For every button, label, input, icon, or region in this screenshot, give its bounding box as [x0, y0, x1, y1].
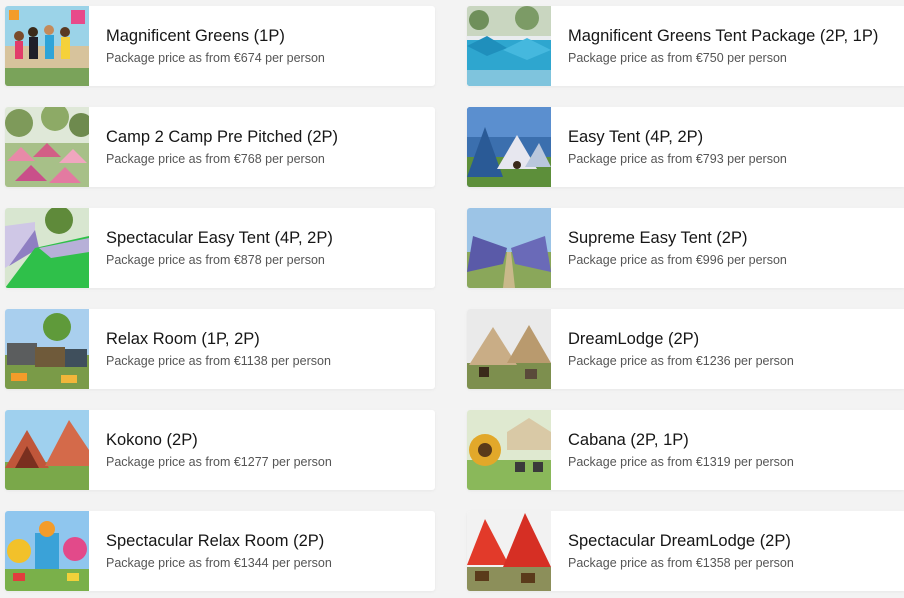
package-title: Supreme Easy Tent (2P) [568, 229, 748, 247]
package-price: Package price as from €674 per person [106, 51, 325, 65]
package-title: Magnificent Greens Tent Package (2P, 1P) [568, 27, 879, 45]
package-title: Camp 2 Camp Pre Pitched (2P) [106, 128, 339, 146]
package-price: Package price as from €793 per person [568, 152, 787, 166]
package-title: Easy Tent (4P, 2P) [568, 128, 704, 146]
package-title: Cabana (2P, 1P) [568, 431, 689, 449]
package-price: Package price as from €878 per person [106, 253, 325, 267]
colorful-decor-photo-icon [5, 511, 89, 591]
package-card-dreamlodge[interactable]: DreamLodge (2P) Package price as from €1… [467, 309, 904, 389]
pink-tents-photo-icon [5, 107, 89, 187]
package-title: Magnificent Greens (1P) [106, 27, 285, 45]
package-price: Package price as from €1138 per person [106, 354, 331, 368]
dreamlodge-photo-icon [467, 309, 551, 389]
package-title: Spectacular Easy Tent (4P, 2P) [106, 229, 333, 247]
blue-tents-photo-icon [467, 6, 551, 86]
package-price: Package price as from €1358 per person [568, 556, 794, 570]
kokono-tent-photo-icon [5, 410, 89, 490]
tent-row-photo-icon [467, 208, 551, 288]
package-price: Package price as from €768 per person [106, 152, 325, 166]
package-price: Package price as from €1277 per person [106, 455, 332, 469]
package-card-cabana[interactable]: Cabana (2P, 1P) Package price as from €1… [467, 410, 904, 490]
package-card-kokono[interactable]: Kokono (2P) Package price as from €1277 … [5, 410, 435, 490]
package-title: DreamLodge (2P) [568, 330, 700, 348]
cabana-photo-icon [467, 410, 551, 490]
package-card-magnificent-greens-tent[interactable]: Magnificent Greens Tent Package (2P, 1P)… [467, 6, 904, 86]
package-price: Package price as from €1319 per person [568, 455, 794, 469]
festival-crowd-photo-icon [5, 6, 89, 86]
package-card-spectacular-relax-room[interactable]: Spectacular Relax Room (2P) Package pric… [5, 511, 435, 591]
package-card-magnificent-greens[interactable]: Magnificent Greens (1P) Package price as… [5, 6, 435, 86]
package-card-relax-room[interactable]: Relax Room (1P, 2P) Package price as fro… [5, 309, 435, 389]
package-price: Package price as from €750 per person [568, 51, 787, 65]
easy-tent-photo-icon [467, 107, 551, 187]
package-price: Package price as from €996 per person [568, 253, 787, 267]
package-card-camp-2-camp[interactable]: Camp 2 Camp Pre Pitched (2P) Package pri… [5, 107, 435, 187]
package-title: Spectacular Relax Room (2P) [106, 532, 325, 550]
package-card-easy-tent[interactable]: Easy Tent (4P, 2P) Package price as from… [467, 107, 904, 187]
green-carpet-tents-photo-icon [5, 208, 89, 288]
red-lodge-photo-icon [467, 511, 551, 591]
package-card-supreme-easy-tent[interactable]: Supreme Easy Tent (2P) Package price as … [467, 208, 904, 288]
package-price: Package price as from €1344 per person [106, 556, 332, 570]
package-card-spectacular-dreamlodge[interactable]: Spectacular DreamLodge (2P) Package pric… [467, 511, 904, 591]
package-grid: Magnificent Greens (1P) Package price as… [0, 0, 904, 598]
package-title: Spectacular DreamLodge (2P) [568, 532, 791, 550]
package-title: Relax Room (1P, 2P) [106, 330, 260, 348]
package-card-spectacular-easy-tent[interactable]: Spectacular Easy Tent (4P, 2P) Package p… [5, 208, 435, 288]
package-price: Package price as from €1236 per person [568, 354, 794, 368]
package-title: Kokono (2P) [106, 431, 198, 449]
relax-room-photo-icon [5, 309, 89, 389]
